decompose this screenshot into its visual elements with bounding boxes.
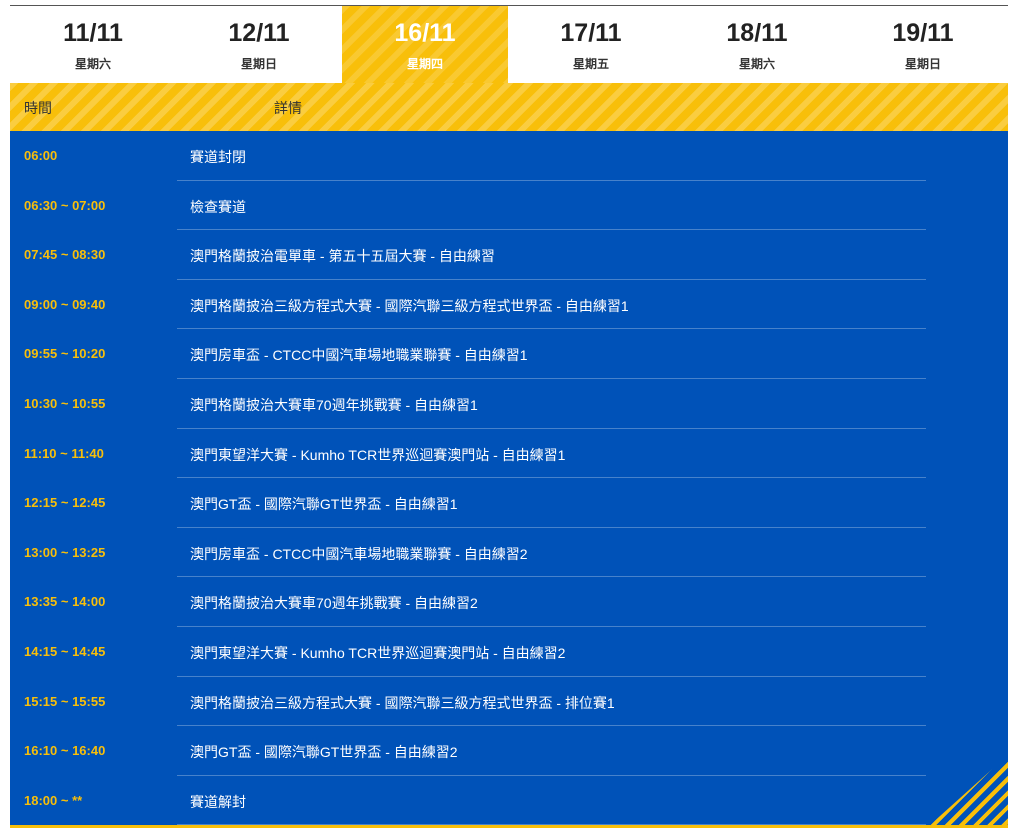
row-detail: 澳門房車盃 - CTCC中國汽車場地職業聯賽 - 自由練習2 xyxy=(190,545,528,562)
row-time: 16:10 ~ 16:40 xyxy=(24,743,106,759)
row-time: 12:15 ~ 12:45 xyxy=(24,495,106,511)
schedule-row: 11:10 ~ 11:40 澳門東望洋大賽 - Kumho TCR世界巡迴賽澳門… xyxy=(10,429,1008,479)
row-time: 15:15 ~ 15:55 xyxy=(24,693,106,709)
row-time: 09:55 ~ 10:20 xyxy=(24,346,106,362)
date-tabs: 11/11 星期六 12/11 星期日 16/11 星期四 17/11 星期五 … xyxy=(10,5,1008,84)
tab-17-11[interactable]: 17/11 星期五 xyxy=(508,6,674,84)
schedule-row: 07:45 ~ 08:30 澳門格蘭披治電單車 - 第五十五屆大賽 - 自由練習 xyxy=(10,230,1008,280)
row-time: 10:30 ~ 10:55 xyxy=(24,395,106,411)
tab-date: 18/11 xyxy=(726,19,788,47)
tab-date: 16/11 xyxy=(394,19,456,47)
tab-11-11[interactable]: 11/11 星期六 xyxy=(10,6,176,84)
row-detail: 澳門格蘭披治大賽車70週年挑戰賽 - 自由練習2 xyxy=(190,595,478,612)
row-time: 11:10 ~ 11:40 xyxy=(24,445,104,461)
tab-date: 11/11 xyxy=(63,19,123,47)
schedule-row: 13:00 ~ 13:25 澳門房車盃 - CTCC中國汽車場地職業聯賽 - 自… xyxy=(10,528,1008,578)
schedule-row: 06:30 ~ 07:00 檢查賽道 xyxy=(10,181,1008,231)
tab-weekday: 星期四 xyxy=(406,57,443,71)
schedule-row: 13:35 ~ 14:00 澳門格蘭披治大賽車70週年挑戰賽 - 自由練習2 xyxy=(10,577,1008,627)
row-detail: 澳門GT盃 - 國際汽聯GT世界盃 - 自由練習1 xyxy=(190,496,458,513)
tab-date: 19/11 xyxy=(892,19,954,47)
row-time: 14:15 ~ 14:45 xyxy=(24,643,106,659)
schedule-row: 09:55 ~ 10:20 澳門房車盃 - CTCC中國汽車場地職業聯賽 - 自… xyxy=(10,329,1008,379)
tab-16-11[interactable]: 16/11 星期四 xyxy=(342,6,508,84)
row-detail: 澳門GT盃 - 國際汽聯GT世界盃 - 自由練習2 xyxy=(190,744,458,761)
schedule-row: 16:10 ~ 16:40 澳門GT盃 - 國際汽聯GT世界盃 - 自由練習2 xyxy=(10,726,1008,776)
tab-weekday: 星期六 xyxy=(738,57,775,71)
header-detail: 詳情 xyxy=(274,100,302,116)
schedule-row: 15:15 ~ 15:55 澳門格蘭披治三級方程式大賽 - 國際汽聯三級方程式世… xyxy=(10,677,1008,727)
tab-date: 17/11 xyxy=(560,19,622,47)
schedule-row: 10:30 ~ 10:55 澳門格蘭披治大賽車70週年挑戰賽 - 自由練習1 xyxy=(10,379,1008,429)
schedule-row: 09:00 ~ 09:40 澳門格蘭披治三級方程式大賽 - 國際汽聯三級方程式世… xyxy=(10,280,1008,330)
schedule-row: 18:00 ~ ** 賽道解封 xyxy=(10,776,1008,825)
schedule-widget: 11/11 星期六 12/11 星期日 16/11 星期四 17/11 星期五 … xyxy=(0,0,1020,836)
row-detail: 澳門東望洋大賽 - Kumho TCR世界巡迴賽澳門站 - 自由練習1 xyxy=(190,446,566,463)
schedule-header: 時間 詳情 xyxy=(10,83,1008,131)
header-time: 時間 xyxy=(24,100,52,116)
row-detail: 澳門格蘭披治三級方程式大賽 - 國際汽聯三級方程式世界盃 - 自由練習1 xyxy=(190,297,629,314)
row-detail: 澳門格蘭披治大賽車70週年挑戰賽 - 自由練習1 xyxy=(190,396,478,413)
row-detail: 澳門格蘭披治電單車 - 第五十五屆大賽 - 自由練習 xyxy=(190,248,495,265)
schedule-row: 12:15 ~ 12:45 澳門GT盃 - 國際汽聯GT世界盃 - 自由練習1 xyxy=(10,478,1008,528)
tab-12-11[interactable]: 12/11 星期日 xyxy=(176,6,342,84)
row-time: 13:00 ~ 13:25 xyxy=(24,544,106,560)
row-detail: 澳門房車盃 - CTCC中國汽車場地職業聯賽 - 自由練習1 xyxy=(190,347,528,364)
row-time: 07:45 ~ 08:30 xyxy=(24,247,106,263)
row-time: 06:00 xyxy=(24,148,58,163)
schedule-row: 06:00 賽道封閉 xyxy=(10,131,1008,181)
row-time: 18:00 ~ ** xyxy=(24,792,83,808)
row-detail: 賽道封閉 xyxy=(190,149,246,165)
tab-18-11[interactable]: 18/11 星期六 xyxy=(674,6,840,84)
schedule-row: 14:15 ~ 14:45 澳門東望洋大賽 - Kumho TCR世界巡迴賽澳門… xyxy=(10,627,1008,677)
tab-date: 12/11 xyxy=(228,19,290,47)
bottom-accent-bar xyxy=(10,825,1008,828)
row-time: 09:00 ~ 09:40 xyxy=(24,296,106,312)
row-time: 13:35 ~ 14:00 xyxy=(24,594,106,610)
row-detail: 賽道解封 xyxy=(190,793,246,810)
schedule-list: 06:00 賽道封閉 06:30 ~ 07:00 檢查賽道 07:45 ~ 08… xyxy=(10,131,1008,825)
row-detail: 澳門東望洋大賽 - Kumho TCR世界巡迴賽澳門站 - 自由練習2 xyxy=(190,644,566,661)
row-time: 06:30 ~ 07:00 xyxy=(24,197,106,213)
row-detail: 澳門格蘭披治三級方程式大賽 - 國際汽聯三級方程式世界盃 - 排位賽1 xyxy=(190,694,615,711)
tab-weekday: 星期五 xyxy=(572,57,609,71)
tab-19-11[interactable]: 19/11 星期日 xyxy=(840,6,1006,84)
tab-weekday: 星期日 xyxy=(240,57,277,71)
tab-weekday: 星期日 xyxy=(904,57,941,71)
row-detail: 檢查賽道 xyxy=(190,198,246,215)
tab-weekday: 星期六 xyxy=(74,57,111,71)
